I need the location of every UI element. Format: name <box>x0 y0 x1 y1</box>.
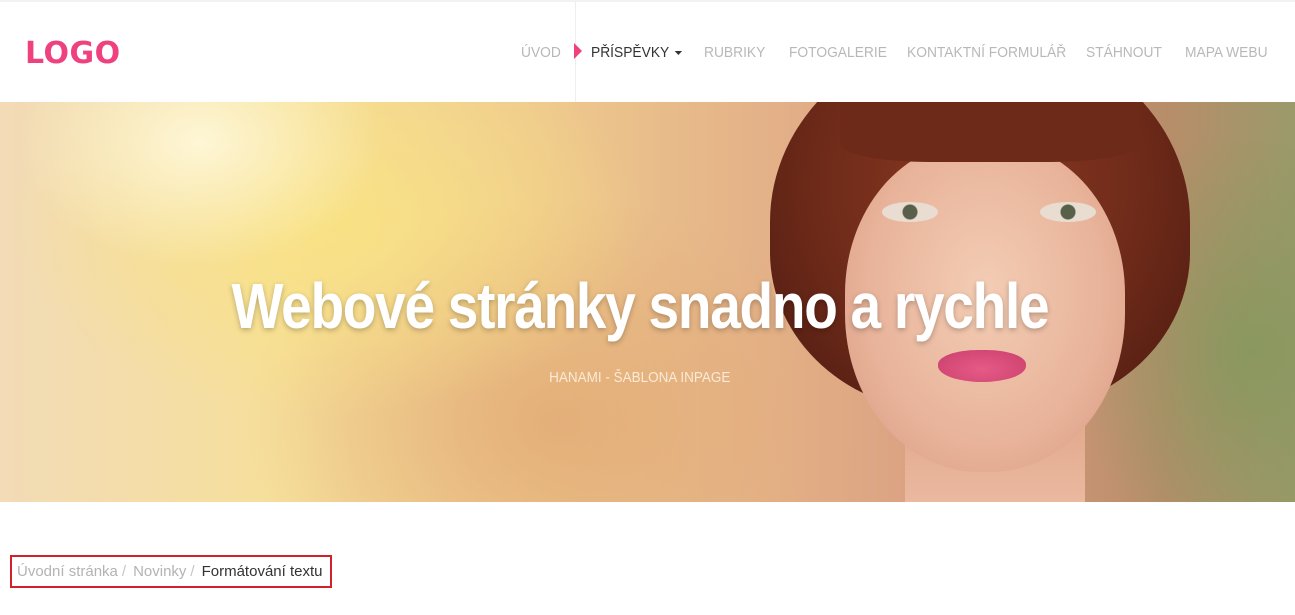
nav-item-prispevky[interactable]: Příspěvky <box>591 42 683 64</box>
hero-title: Webové stránky snadno a rychle <box>0 268 1280 344</box>
hero-subtitle: Hanami - šablona inPage <box>0 368 1280 388</box>
nav-item-label: Příspěvky <box>591 44 670 61</box>
hero-title-text: Webové stránky snadno a rychle <box>231 270 1050 342</box>
breadcrumb-link-home[interactable]: Úvodní stránka <box>17 563 118 580</box>
nav-item-fotogalerie[interactable]: Fotogalerie <box>789 42 887 64</box>
caret-down-icon <box>674 51 683 56</box>
breadcrumb-separator: / <box>121 563 127 580</box>
nav-item-rubriky[interactable]: Rubriky <box>704 42 765 64</box>
breadcrumb: Úvodní stránka / Novinky / Formátování t… <box>10 555 333 588</box>
nav-item-stahnout[interactable]: Stáhnout <box>1086 42 1162 64</box>
nav-item-kontaktni-formular[interactable]: Kontaktní formulář <box>907 42 1066 64</box>
site-logo[interactable]: LOGO <box>25 36 121 72</box>
breadcrumb-separator: / <box>190 563 195 580</box>
breadcrumb-link-novinky[interactable]: Novinky <box>133 563 186 580</box>
nav-item-mapa-webu[interactable]: Mapa webu <box>1185 42 1268 64</box>
hero-banner: Webové stránky snadno a rychle Hanami - … <box>0 102 1295 502</box>
triangle-right-icon <box>574 43 582 59</box>
breadcrumb-current: Formátování textu <box>201 563 323 580</box>
hero-subtitle-text: Hanami - šablona inPage <box>549 369 731 386</box>
nav-item-uvod[interactable]: Úvod <box>521 42 561 64</box>
hero-photo-eye-right <box>1040 202 1096 222</box>
hero-photo-bangs <box>840 102 1140 162</box>
hero-photo-eye-left <box>882 202 938 222</box>
